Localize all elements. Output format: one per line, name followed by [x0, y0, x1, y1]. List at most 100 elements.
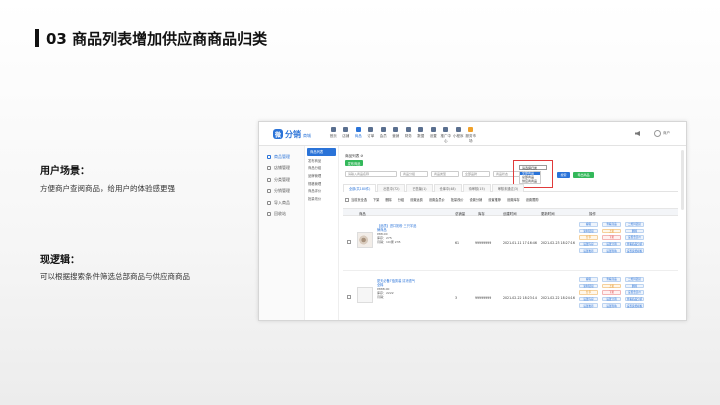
nav-finance[interactable]: 财务	[402, 125, 415, 144]
subnav-price[interactable]: 批量改价	[305, 195, 338, 203]
op-copy-link[interactable]: 复制链接	[579, 228, 598, 234]
batch-group[interactable]: 分组	[398, 197, 404, 202]
op-stock[interactable]: 设置库存	[579, 241, 598, 247]
nav-orders[interactable]: 订单	[365, 125, 378, 144]
op-share[interactable]: 分享	[579, 290, 598, 295]
subnav-specs[interactable]: 规格管理	[305, 179, 338, 187]
subnav-groups[interactable]: 商品分组	[305, 164, 338, 172]
nav-settings[interactable]: 设置	[427, 125, 440, 144]
op-delete[interactable]: 删除	[625, 283, 644, 289]
op-copy-link[interactable]: 复制链接	[579, 283, 598, 289]
col-sales[interactable]: 总销量	[455, 211, 465, 216]
group-select[interactable]: 商品分组	[400, 171, 428, 177]
app-logo[interactable]: 微 分销 商城	[273, 128, 311, 140]
batch-freight[interactable]: 设置运费	[410, 197, 423, 202]
subnav-publish[interactable]: 发布商品	[305, 157, 338, 165]
tab-sold-out[interactable]: 已售罄(1)	[406, 184, 433, 192]
batch-limit[interactable]: 设置限购	[526, 197, 539, 202]
subnav-reviews[interactable]: 商品评价	[305, 187, 338, 195]
op-offshelf[interactable]: 下架	[602, 290, 621, 295]
nav-members[interactable]: 会员	[377, 125, 390, 144]
nav-market[interactable]: 服务市场	[465, 125, 478, 144]
op-view[interactable]: 查看商品	[602, 277, 621, 282]
op-view[interactable]: 查看商品	[602, 222, 621, 227]
trash-icon	[267, 212, 271, 217]
op-analysis[interactable]: 查看商品分析	[625, 241, 644, 247]
op-recommend[interactable]: 设置推荐	[579, 303, 598, 308]
add-goods-button[interactable]: 发布商品	[345, 160, 363, 166]
col-stock[interactable]: 库存	[478, 211, 485, 216]
op-limit[interactable]: 设置限购	[602, 303, 621, 308]
subnav-goods-list[interactable]: 商品列表	[307, 148, 336, 156]
sidebar-item-import[interactable]: 导入商品	[259, 197, 304, 209]
user-name[interactable]: 商户	[663, 131, 670, 136]
batch-offshelf[interactable]: 下架	[373, 197, 379, 202]
op-qrcode[interactable]: 二维码链接	[625, 277, 644, 282]
tab-pending[interactable]: 待审核(15)	[462, 184, 491, 192]
nav-shop[interactable]: 店铺	[340, 125, 353, 144]
select-all-checkbox[interactable]	[345, 197, 349, 202]
op-delete[interactable]: 删除	[625, 228, 644, 234]
nav-home[interactable]: 首页	[327, 125, 340, 144]
row-checkbox[interactable]	[347, 240, 351, 244]
brand-select[interactable]: 全部品牌	[462, 171, 490, 177]
sidebar-item-shop[interactable]: 店铺管理	[259, 163, 304, 175]
batch-delete[interactable]: 删除	[385, 197, 391, 202]
op-limit[interactable]: 设置限购	[602, 248, 621, 253]
op-recommend[interactable]: 设置推荐	[579, 248, 598, 253]
sidebar-item-distribution[interactable]: 分销管理	[259, 186, 304, 198]
tab-on-sale[interactable]: 出售中(72)	[377, 184, 406, 192]
type-select[interactable]: 商品类型	[431, 171, 459, 177]
op-stock[interactable]: 设置库存	[579, 296, 598, 302]
tab-all[interactable]: 全部(共180件)	[343, 184, 377, 192]
source-select[interactable]: 请选择归类	[519, 165, 547, 170]
sidebar-item-recycle[interactable]: 回收站	[259, 209, 304, 221]
batch-distribution[interactable]: 设置分销	[470, 197, 483, 202]
option-supplier[interactable]: 供应商商品	[520, 179, 540, 183]
batch-stock[interactable]: 设置库存	[507, 197, 520, 202]
op-onshelf[interactable]: 上架	[602, 283, 621, 289]
op-member-price[interactable]: 设置会员价	[625, 290, 644, 295]
product-name[interactable]: 【品质】进口奶粉 三只羊品牌商品	[377, 224, 417, 232]
batch-recommend[interactable]: 设置推荐	[488, 197, 501, 202]
op-offshelf[interactable]: 下架	[602, 235, 621, 240]
scrollbar[interactable]	[681, 150, 684, 210]
search-input[interactable]: 请输入商品名称	[345, 171, 397, 177]
batch-select-page[interactable]: 当前页全选	[351, 197, 367, 202]
batch-price[interactable]: 批量改价	[451, 197, 464, 202]
nav-promotion[interactable]: 推广中心	[440, 125, 453, 144]
op-member-price[interactable]: 设置会员价	[625, 235, 644, 240]
col-created[interactable]: 创建时间	[503, 211, 517, 216]
export-button[interactable]: 导出商品	[573, 172, 594, 178]
nav-marketing[interactable]: 营销	[390, 125, 403, 144]
product-name[interactable]: 夏天必备T恤男装 清凉透气 全棉	[377, 279, 417, 287]
nav-goods[interactable]: 商品	[352, 125, 365, 144]
batch-member-price[interactable]: 设置会员价	[429, 197, 445, 202]
subnav-brands[interactable]: 品牌管理	[305, 172, 338, 180]
op-distribution[interactable]: 设置分销	[602, 241, 621, 247]
op-edit[interactable]: 编辑	[579, 222, 598, 227]
nav-data[interactable]: 数据	[415, 125, 428, 144]
op-freight[interactable]: 设置运费模板	[625, 248, 644, 253]
sidebar-item-goods[interactable]: 商品管理	[259, 151, 304, 163]
avatar[interactable]	[654, 130, 661, 137]
row-checkbox[interactable]	[347, 295, 351, 299]
op-qrcode[interactable]: 二维码链接	[625, 222, 644, 227]
nav-miniapp[interactable]: 小程序	[452, 125, 465, 144]
op-share[interactable]: 分享	[579, 235, 598, 240]
tab-warehouse[interactable]: 仓库中(48)	[433, 184, 462, 192]
op-onshelf[interactable]: 上架	[602, 228, 621, 234]
product-thumbnail[interactable]	[357, 232, 373, 248]
product-thumbnail[interactable]	[357, 287, 373, 303]
col-updated[interactable]: 更新时间	[541, 211, 555, 216]
tab-rejected[interactable]: 审核未通过(3)	[491, 184, 525, 192]
op-analysis[interactable]: 查看商品分析	[625, 296, 644, 302]
table-header: 商品 总销量 库存 创建时间 更新时间 操作	[343, 208, 678, 216]
op-edit[interactable]: 编辑	[579, 277, 598, 282]
op-freight[interactable]: 设置运费模板	[625, 303, 644, 308]
sidebar-item-category[interactable]: 分类管理	[259, 174, 304, 186]
speaker-icon[interactable]	[635, 131, 640, 136]
search-button[interactable]: 搜索	[557, 172, 570, 178]
op-distribution[interactable]: 设置分销	[602, 296, 621, 302]
breadcrumb: 商品列表 ⊘	[345, 154, 364, 158]
